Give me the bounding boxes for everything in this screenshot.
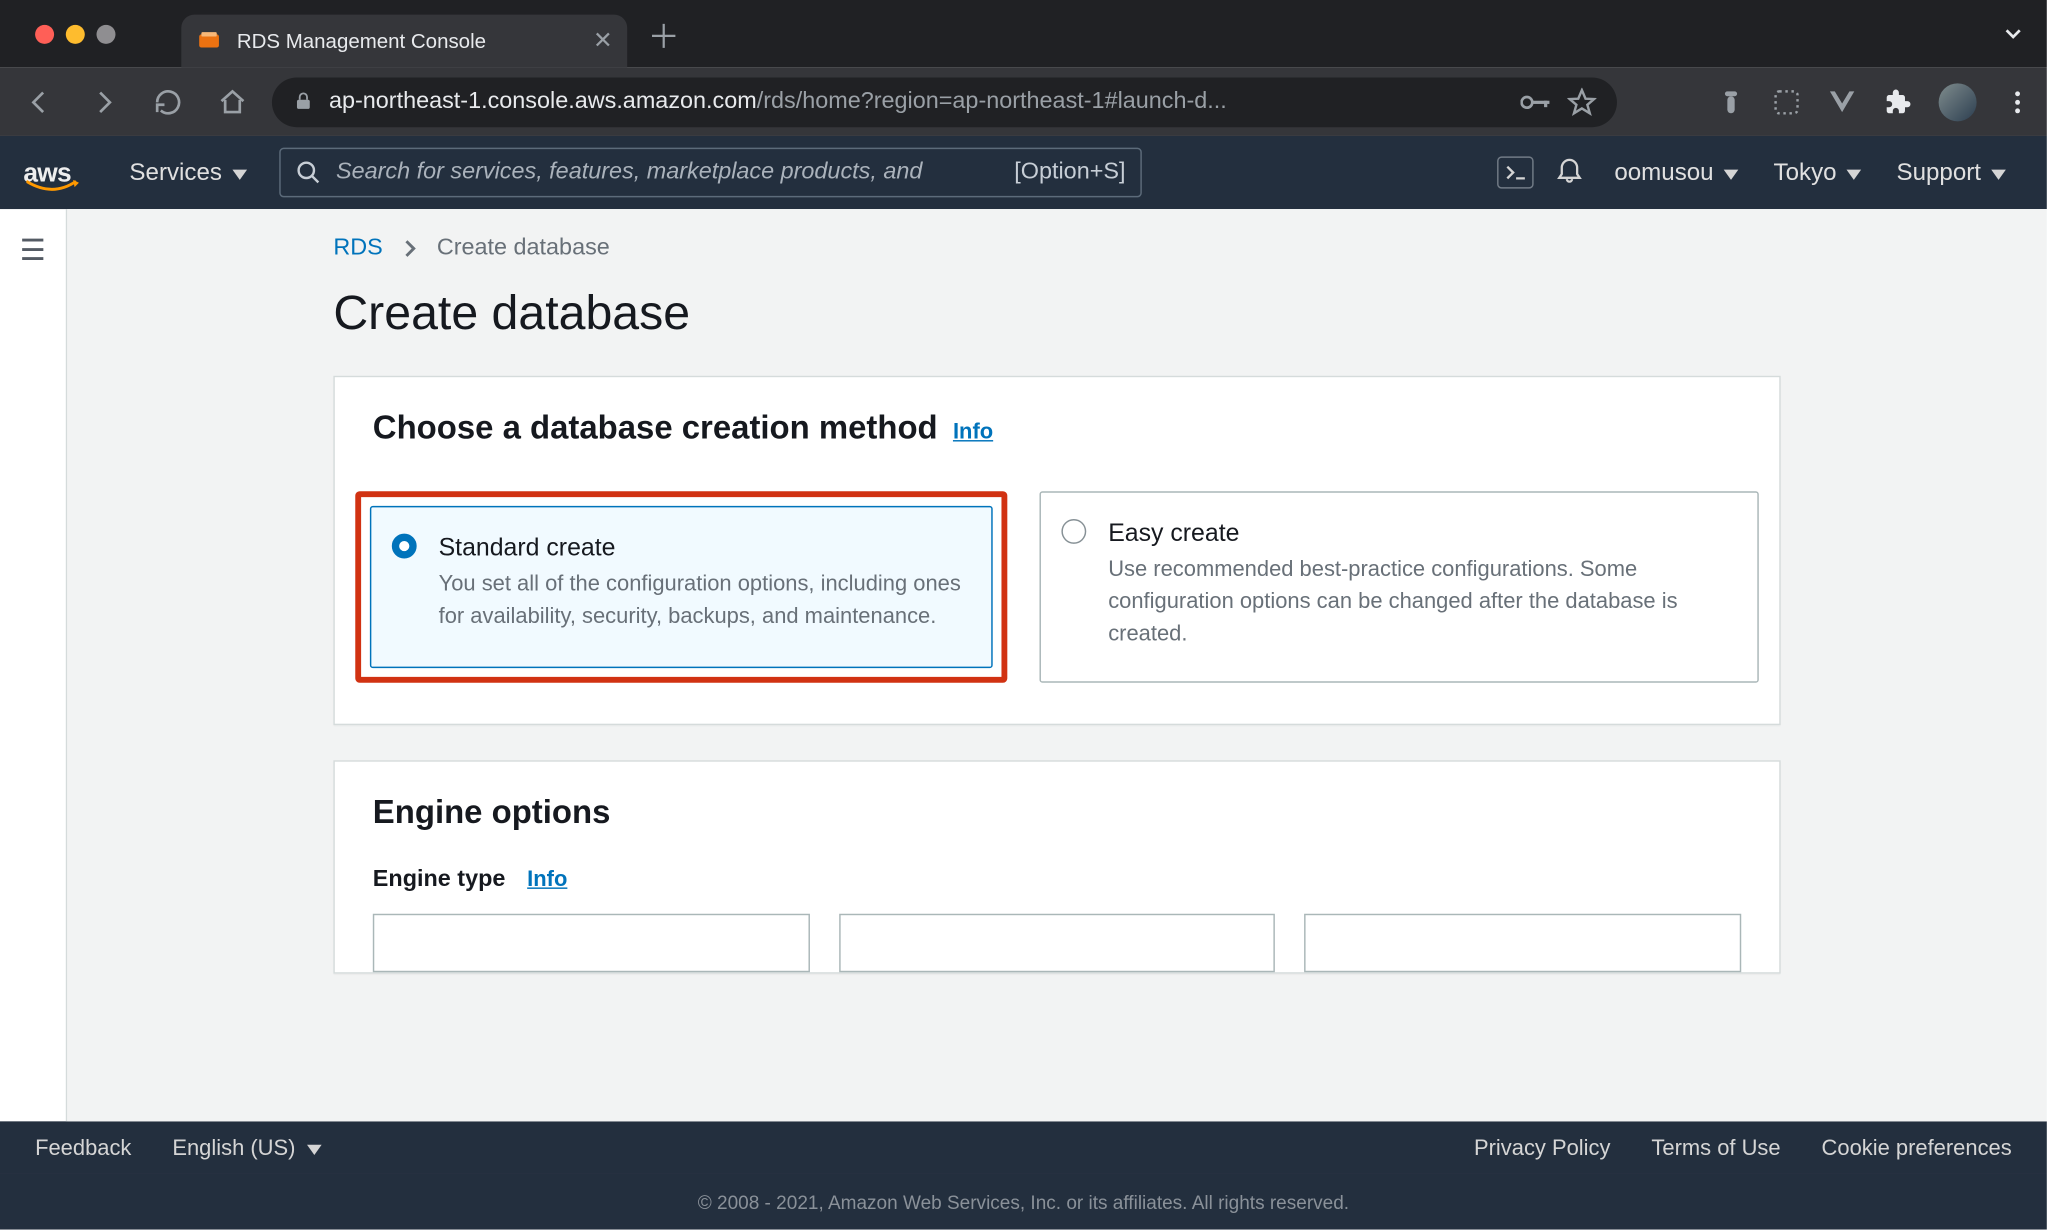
minimize-window-icon[interactable]	[66, 24, 85, 43]
caret-down-icon	[232, 169, 247, 179]
copyright-text: © 2008 - 2021, Amazon Web Services, Inc.…	[0, 1174, 2047, 1230]
new-tab-button[interactable]: ＋	[627, 12, 700, 68]
caret-down-icon	[1991, 169, 2006, 179]
caret-down-icon	[1847, 169, 1862, 179]
forward-button[interactable]	[79, 77, 129, 127]
panel-heading: Choose a database creation method	[373, 409, 938, 446]
account-menu[interactable]: oomusou	[1614, 159, 1738, 187]
extension-bar	[1716, 83, 2032, 121]
cloudshell-icon[interactable]	[1497, 156, 1534, 188]
browser-toolbar: ap-northeast-1.console.aws.amazon.com/rd…	[0, 67, 2047, 136]
engine-tile[interactable]	[1305, 914, 1742, 972]
panel-heading: Engine options	[373, 794, 611, 831]
browser-menu-icon[interactable]	[2003, 87, 2032, 116]
aws-search-input[interactable]: Search for services, features, marketpla…	[279, 148, 1142, 198]
tabs-overflow-icon[interactable]	[2000, 20, 2026, 54]
highlight-annotation: Standard create You set all of the confi…	[355, 491, 1007, 683]
breadcrumb-current: Create database	[437, 235, 610, 261]
key-icon[interactable]	[1520, 88, 1552, 114]
vue-devtools-icon[interactable]	[1828, 87, 1857, 116]
aws-smile-icon	[26, 179, 79, 194]
browser-tab[interactable]: RDS Management Console ✕	[181, 15, 627, 68]
radio-dot-icon	[1061, 519, 1086, 544]
radio-easy-create[interactable]: Easy create Use recommended best-practic…	[1039, 491, 1758, 683]
engine-type-label: Engine type	[373, 867, 506, 892]
back-button[interactable]	[15, 77, 65, 127]
creation-method-panel: Choose a database creation method Info S…	[333, 376, 1780, 726]
radio-title: Standard create	[439, 534, 965, 563]
support-menu[interactable]: Support	[1897, 159, 2006, 187]
extension-icon[interactable]	[1716, 87, 1745, 116]
caret-down-icon	[307, 1144, 322, 1154]
caret-down-icon	[1724, 169, 1739, 179]
profile-avatar[interactable]	[1939, 83, 1977, 121]
info-link[interactable]: Info	[953, 420, 993, 445]
radio-dot-icon	[392, 534, 417, 559]
page-title: Create database	[333, 285, 1780, 341]
aws-favicon-icon	[196, 28, 222, 54]
tab-close-icon[interactable]: ✕	[593, 26, 613, 55]
search-icon	[295, 159, 321, 185]
footer-link-cookies[interactable]: Cookie preferences	[1822, 1135, 2012, 1160]
breadcrumb: RDS Create database	[333, 235, 1780, 261]
engine-tile[interactable]	[839, 914, 1276, 972]
lock-icon	[292, 91, 314, 113]
breadcrumb-root[interactable]: RDS	[333, 235, 382, 261]
aws-footer: Feedback English (US) Privacy Policy Ter…	[0, 1121, 2047, 1174]
footer-link-terms[interactable]: Terms of Use	[1651, 1135, 1780, 1160]
extensions-menu-icon[interactable]	[1883, 87, 1912, 116]
chevron-right-icon	[403, 238, 416, 258]
services-menu[interactable]: Services	[129, 159, 246, 187]
radio-standard-create[interactable]: Standard create You set all of the confi…	[370, 506, 993, 669]
extension-icon[interactable]	[1772, 87, 1801, 116]
tab-title: RDS Management Console	[237, 29, 579, 52]
search-placeholder: Search for services, features, marketpla…	[336, 159, 1000, 185]
notifications-icon[interactable]	[1554, 154, 1585, 192]
browser-tabstrip: RDS Management Console ✕ ＋	[0, 0, 2047, 67]
info-link[interactable]: Info	[527, 867, 567, 892]
aws-navbar: aws Services Search for services, featur…	[0, 136, 2047, 209]
radio-desc: You set all of the configuration options…	[439, 569, 965, 633]
url-text: ap-northeast-1.console.aws.amazon.com/rd…	[329, 88, 1506, 114]
close-window-icon[interactable]	[35, 24, 54, 43]
fullscreen-window-icon[interactable]	[96, 24, 115, 43]
language-selector[interactable]: English (US)	[172, 1135, 321, 1160]
region-menu[interactable]: Tokyo	[1774, 159, 1862, 187]
address-bar[interactable]: ap-northeast-1.console.aws.amazon.com/rd…	[272, 77, 1617, 127]
engine-tile[interactable]	[373, 914, 810, 972]
home-button[interactable]	[208, 77, 258, 127]
reload-button[interactable]	[143, 77, 193, 127]
window-controls[interactable]	[15, 0, 130, 67]
star-icon[interactable]	[1567, 87, 1596, 116]
footer-link-privacy[interactable]: Privacy Policy	[1474, 1135, 1610, 1160]
main-content: RDS Create database Create database Choo…	[67, 209, 2047, 1121]
radio-desc: Use recommended best-practice configurat…	[1108, 554, 1731, 649]
sidebar-toggle[interactable]: ☰	[0, 209, 67, 1121]
feedback-link[interactable]: Feedback	[35, 1135, 131, 1160]
radio-title: Easy create	[1108, 519, 1731, 548]
aws-logo[interactable]: aws	[23, 157, 71, 188]
search-shortcut-hint: [Option+S]	[1014, 159, 1125, 185]
engine-options-panel: Engine options Engine type Info	[333, 761, 1780, 974]
